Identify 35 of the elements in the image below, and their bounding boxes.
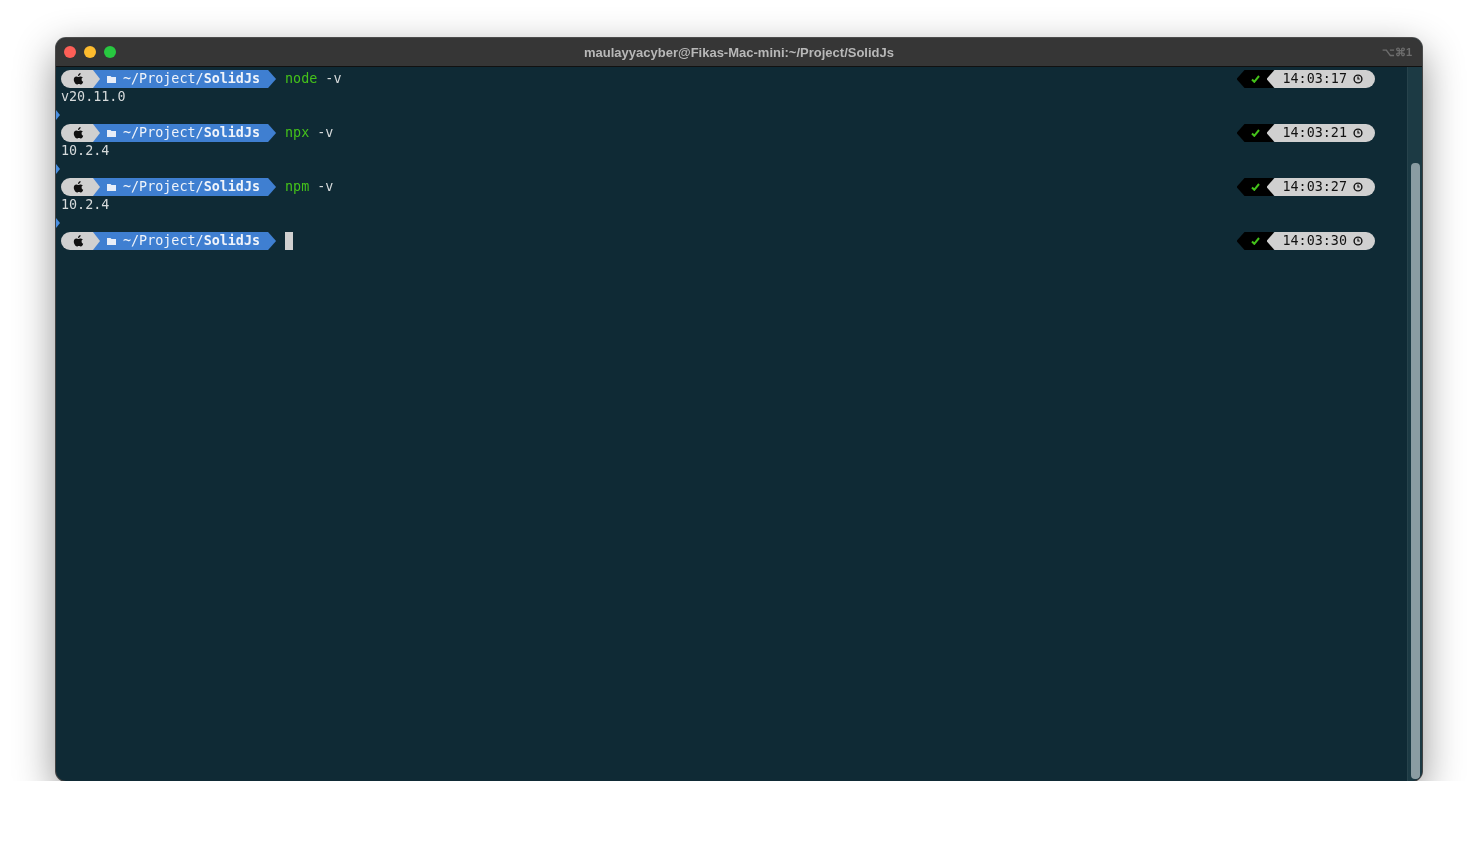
prompt-marker-icon: [56, 218, 60, 228]
directory-path: ~/Project/SolidJs: [123, 124, 261, 142]
folder-icon: [107, 237, 116, 245]
apple-icon: [73, 181, 84, 193]
apple-icon: [73, 73, 84, 85]
clock-icon: [1353, 236, 1363, 246]
folder-icon: [107, 183, 116, 191]
directory-path: ~/Project/SolidJs: [123, 178, 261, 196]
clock-icon: [1353, 74, 1363, 84]
directory-path: ~/Project/SolidJs: [123, 70, 261, 88]
folder-icon: [107, 75, 116, 83]
timestamp: 14:03:17: [1282, 70, 1347, 88]
folder-icon: [107, 129, 116, 137]
close-button[interactable]: [64, 46, 76, 58]
command-text: node -v: [285, 70, 342, 88]
apple-icon: [73, 127, 84, 139]
scrollbar[interactable]: [1407, 67, 1422, 781]
prompt-marker-icon: [56, 164, 60, 174]
directory-path: ~/Project/SolidJs: [123, 232, 261, 250]
command-output: 10.2.4: [61, 197, 110, 212]
timestamp: 14:03:30: [1282, 232, 1347, 250]
apple-icon: [73, 235, 84, 247]
clock-icon: [1353, 182, 1363, 192]
scrollbar-thumb[interactable]: [1411, 163, 1420, 779]
zoom-button[interactable]: [104, 46, 116, 58]
command-text: npm -v: [285, 178, 334, 196]
timestamp: 14:03:21: [1282, 124, 1347, 142]
command-text: npx -v: [285, 124, 334, 142]
timestamp: 14:03:27: [1282, 178, 1347, 196]
command-output: v20.11.0: [61, 89, 126, 104]
window-title: maulayyacyber@Fikas-Mac-mini:~/Project/SolidJs: [584, 44, 894, 60]
clock-icon: [1353, 128, 1363, 138]
minimize-button[interactable]: [84, 46, 96, 58]
prompt-marker-icon: [56, 110, 60, 120]
command-output: 10.2.4: [61, 143, 110, 158]
